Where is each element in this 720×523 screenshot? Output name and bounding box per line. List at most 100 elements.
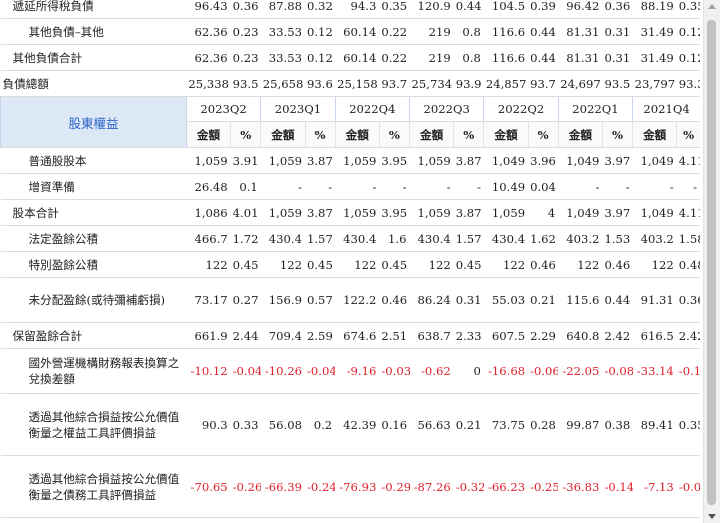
amount-cell: -76.93	[335, 455, 380, 518]
percent-cell: 4	[528, 199, 559, 226]
row-label: 其他負債合計	[0, 44, 187, 71]
percent-cell: 0.12	[305, 44, 336, 71]
amount-cell: 31.49	[632, 44, 677, 71]
amount-cell: 25,338	[186, 70, 231, 97]
amount-cell: 616.5	[632, 322, 677, 349]
row-label: 透過其他綜合損益按公允價值衡量之權益工具評價損益	[0, 393, 187, 456]
amount-cell: 120.9	[409, 0, 454, 19]
percent-cell: -0.24	[305, 455, 336, 518]
amount-cell: -7.13	[632, 455, 677, 518]
percent-cell: 93.9	[453, 70, 484, 97]
percent-cell: 0.23	[230, 44, 261, 71]
percent-cell: -	[453, 173, 484, 200]
amount-cell: 1,049	[558, 199, 603, 226]
percent-cell: 0.8	[453, 44, 484, 71]
amount-cell: 60.14	[335, 18, 380, 45]
percent-cell: 0.45	[379, 251, 410, 278]
amount-column-header: 金額	[408, 121, 454, 148]
balance-sheet-scroll-area[interactable]: 遞延所得稅負債 96.43 0.36 87.88 0.32 94.3 0.35 120.9 0.…	[0, 0, 704, 523]
amount-cell: -10.12	[186, 348, 231, 394]
amount-cell: 60.14	[335, 44, 380, 71]
percent-column-header: %	[378, 121, 410, 148]
percent-cell: 0.31	[602, 18, 633, 45]
amount-cell: 56.08	[260, 393, 305, 456]
equity-rows: 普通股股本 1,059 3.91 1,059 3.87 1,059 3.95 1,059 3.8…	[0, 147, 700, 523]
amount-cell: 1,049	[632, 199, 677, 226]
amount-column-header: 金額	[185, 121, 231, 148]
scroll-up-arrow-icon[interactable]	[708, 4, 716, 9]
equity-header: 股東權益 2023Q2 2023Q1 2022Q4 2022Q3 2022Q2 2022Q…	[0, 96, 700, 148]
amount-cell: 26.48	[186, 173, 231, 200]
percent-cell: 3.87	[305, 147, 336, 174]
percent-cell: 2.33	[453, 322, 484, 349]
amount-cell: -22.05	[558, 348, 603, 394]
amount-cell: 1,059	[260, 147, 305, 174]
percent-cell: 0.28	[528, 393, 559, 456]
amount-column-header: 金額	[483, 121, 529, 148]
amount-column-header: 金額	[260, 121, 305, 148]
amount-cell: 24,857	[483, 70, 529, 97]
percent-cell: 0.22	[379, 44, 410, 71]
percent-cell: 0.39	[528, 0, 559, 19]
percent-cell: -0.03	[676, 455, 700, 518]
percent-cell: 0.38	[602, 393, 633, 456]
amount-cell: -0.62	[409, 348, 454, 394]
amount-cell: 430.4	[335, 225, 380, 252]
amount-cell: -	[260, 173, 305, 200]
row-label: 普通股股本	[0, 147, 187, 174]
row-label: 透過其他綜合損益按公允價值衡量之債務工具評價損益	[0, 455, 187, 518]
percent-cell: 0.12	[305, 18, 336, 45]
amount-cell: 56.63	[409, 393, 454, 456]
percent-cell: -0.08	[602, 348, 633, 394]
percent-cell: 0.04	[230, 517, 261, 523]
percent-cell: 1.72	[230, 225, 261, 252]
amount-cell: 73.75	[483, 393, 529, 456]
amount-cell: 1,059	[409, 147, 454, 174]
amount-cell: 219	[409, 18, 454, 45]
percent-cell: -	[379, 173, 410, 200]
amount-cell: 9.53	[186, 517, 231, 523]
percent-cell: 4.01	[230, 199, 261, 226]
row-label: 特別盈餘公積	[0, 251, 187, 278]
percent-cell: 2.59	[305, 322, 336, 349]
amount-cell: -16.68	[483, 348, 529, 394]
amount-cell: 1,086	[186, 199, 231, 226]
amount-cell: 122	[483, 251, 529, 278]
percent-cell: 3.97	[602, 147, 633, 174]
scrollbar-thumb[interactable]	[707, 20, 716, 505]
amount-cell: 96.42	[558, 0, 603, 19]
percent-cell: 3.95	[379, 199, 410, 226]
percent-cell: 0.27	[230, 277, 261, 323]
amount-cell: 1,059	[335, 199, 380, 226]
percent-cell: 0.35	[379, 0, 410, 19]
amount-cell: 62.36	[186, 44, 231, 71]
period-header: 2022Q4	[334, 96, 410, 122]
amount-cell: 10.49	[483, 173, 529, 200]
amount-cell: 403.2	[632, 225, 677, 252]
amount-cell: -9.16	[335, 348, 380, 394]
row-label: 股本合計	[0, 199, 187, 226]
percent-cell: 0.44	[528, 18, 559, 45]
table-row: 股本合計 1,086 4.01 1,059 3.87 1,059 3.95 1,059 3.87…	[0, 199, 700, 226]
table-row: 法定盈餘公積 466.7 1.72 430.4 1.57 430.4 1.6 430.4 1.5…	[0, 225, 700, 252]
period-header: 2022Q2	[483, 96, 559, 122]
amount-cell: 122	[335, 251, 380, 278]
amount-cell: 1,049	[483, 147, 529, 174]
percent-cell: 0.46	[602, 251, 633, 278]
percent-cell: 0.35	[676, 0, 700, 19]
percent-cell: 0.16	[602, 517, 633, 523]
vertical-scrollbar[interactable]	[703, 0, 720, 523]
amount-cell: -9.16	[483, 517, 529, 523]
amount-cell: 403.2	[558, 225, 603, 252]
scroll-down-arrow-icon[interactable]	[708, 514, 716, 519]
amount-cell: 40.99	[558, 517, 603, 523]
percent-cell: 0.32	[305, 0, 336, 19]
amount-cell: -66.39	[260, 455, 305, 518]
percent-cell: 0.46	[528, 251, 559, 278]
row-label: 未分配盈餘(或待彌補虧損)	[0, 277, 187, 323]
amount-cell: 116.6	[483, 18, 529, 45]
percent-cell: 4.11	[676, 147, 700, 174]
amount-cell: 96.43	[186, 0, 231, 19]
percent-cell: 1.57	[305, 225, 336, 252]
amount-cell: 88.19	[632, 0, 677, 19]
